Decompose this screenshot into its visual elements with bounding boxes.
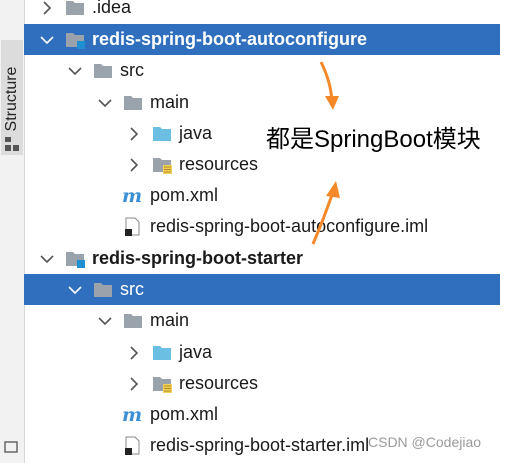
module-folder-icon bbox=[64, 249, 86, 269]
maven-icon: m bbox=[122, 404, 144, 426]
tree-row-label: redis-spring-boot-autoconfigure.iml bbox=[150, 216, 429, 236]
chevron-placeholder bbox=[96, 437, 114, 455]
chevron-down-icon[interactable] bbox=[66, 62, 84, 80]
folder-gray-icon bbox=[92, 280, 114, 300]
chevron-right-icon[interactable] bbox=[125, 156, 143, 174]
chevron-placeholder bbox=[96, 187, 114, 205]
chevron-down-icon[interactable] bbox=[96, 94, 114, 112]
tree-row[interactable]: src bbox=[24, 274, 500, 305]
folder-blue-icon bbox=[151, 124, 173, 144]
module-folder-icon bbox=[64, 30, 86, 50]
chevron-right-icon[interactable] bbox=[125, 375, 143, 393]
tree-row[interactable]: main bbox=[24, 87, 500, 118]
tree-row-label: src bbox=[120, 279, 144, 299]
tree-row-label: resources bbox=[179, 373, 259, 393]
structure-icon[interactable] bbox=[5, 137, 19, 151]
structure-side-panel: Structure bbox=[0, 0, 25, 463]
chevron-down-icon[interactable] bbox=[38, 31, 56, 49]
tree-row[interactable]: src bbox=[24, 55, 500, 86]
resources-folder-icon bbox=[151, 155, 173, 175]
tree-row-label: .idea bbox=[92, 0, 132, 17]
iml-file-icon bbox=[122, 436, 144, 456]
project-tree: .idea redis-spring-boot-autoconfigure src m… bbox=[24, 0, 510, 463]
chevron-right-icon[interactable] bbox=[125, 125, 143, 143]
tree-row-label: pom.xml bbox=[150, 185, 219, 205]
chevron-down-icon[interactable] bbox=[66, 281, 84, 299]
tree-row-label: redis-spring-boot-starter.iml bbox=[150, 435, 370, 455]
tree-row[interactable]: redis-spring-boot-starter bbox=[24, 243, 500, 274]
tree-row-label: main bbox=[150, 92, 190, 112]
resources-folder-icon bbox=[151, 374, 173, 394]
tree-row[interactable]: m pom.xml bbox=[24, 399, 500, 430]
tree-row[interactable]: .idea bbox=[24, 0, 500, 23]
folder-gray-icon bbox=[64, 0, 86, 18]
structure-tab-label[interactable]: Structure bbox=[1, 51, 23, 147]
tree-row[interactable]: m pom.xml bbox=[24, 180, 500, 211]
svg-text:m: m bbox=[122, 186, 142, 206]
tree-row-label: main bbox=[150, 310, 190, 330]
annotation-text: 都是SpringBoot模块 bbox=[266, 126, 481, 153]
tree-row-label: java bbox=[179, 342, 213, 362]
chevron-placeholder bbox=[96, 218, 114, 236]
chevron-right-icon[interactable] bbox=[125, 344, 143, 362]
chevron-placeholder bbox=[96, 406, 114, 424]
tree-row[interactable]: redis-spring-boot-autoconfigure.iml bbox=[24, 211, 500, 242]
tree-row[interactable]: java bbox=[24, 337, 500, 368]
maven-icon: m bbox=[122, 185, 144, 207]
folder-gray-icon bbox=[92, 61, 114, 81]
chevron-down-icon[interactable] bbox=[38, 250, 56, 268]
iml-file-icon bbox=[122, 217, 144, 237]
folder-blue-icon bbox=[151, 343, 173, 363]
panel-toggle-icon[interactable] bbox=[4, 440, 18, 454]
tree-row-label: redis-spring-boot-starter bbox=[92, 248, 304, 268]
tree-row[interactable]: redis-spring-boot-autoconfigure bbox=[24, 24, 500, 55]
tree-row-label: src bbox=[120, 60, 144, 80]
tree-row-label: java bbox=[179, 123, 213, 143]
tree-row-label: redis-spring-boot-autoconfigure bbox=[92, 29, 367, 49]
watermark: CSDN @Codejiao bbox=[368, 434, 482, 450]
tree-row[interactable]: resources bbox=[24, 368, 500, 399]
tree-row-label: resources bbox=[179, 154, 259, 174]
folder-gray-icon bbox=[122, 93, 144, 113]
tree-row-label: pom.xml bbox=[150, 404, 219, 424]
chevron-down-icon[interactable] bbox=[96, 312, 114, 330]
folder-gray-icon bbox=[122, 311, 144, 331]
chevron-right-icon[interactable] bbox=[38, 0, 56, 17]
svg-text:m: m bbox=[122, 405, 142, 425]
tree-row[interactable]: main bbox=[24, 305, 500, 336]
